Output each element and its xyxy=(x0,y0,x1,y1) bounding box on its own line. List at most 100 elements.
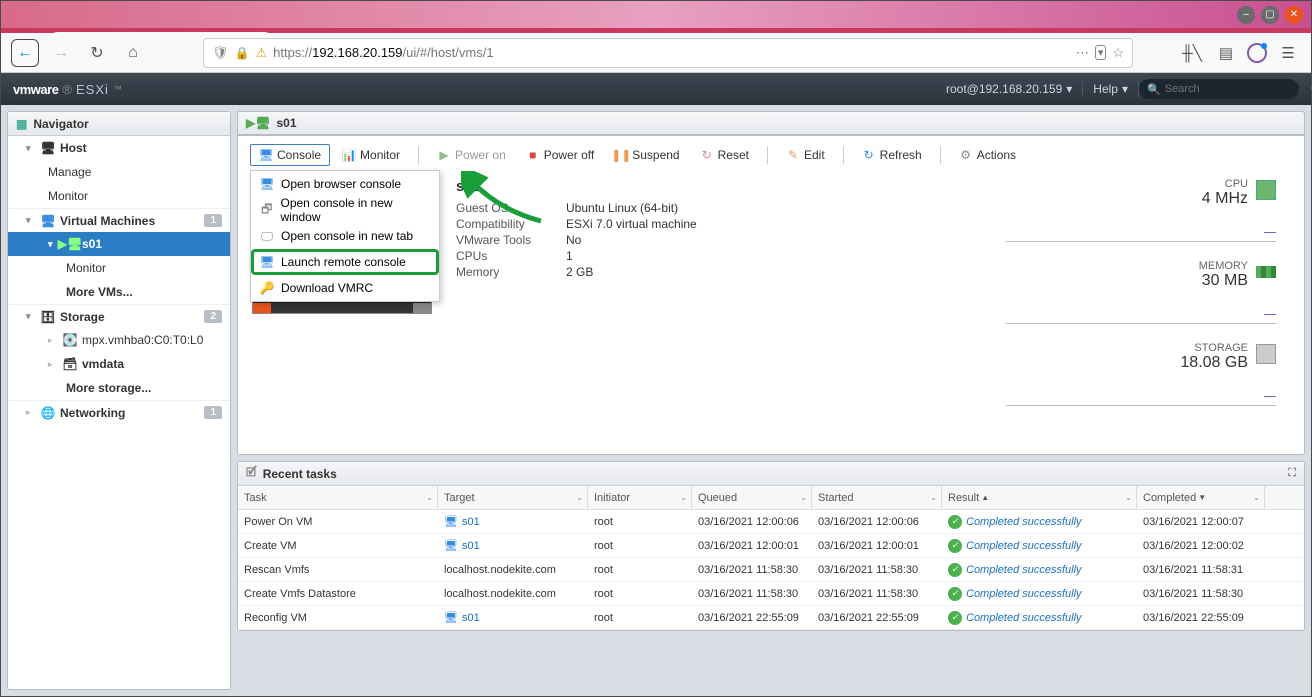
menu-launch-remote-console[interactable]: 🖥Launch remote console xyxy=(251,249,439,275)
sidebar-item-s01[interactable]: ▾▶🖥s01 xyxy=(8,232,230,256)
suspend-button[interactable]: ❚❚Suspend xyxy=(606,145,687,165)
sidebar-item-host[interactable]: ▾🖥Host xyxy=(8,136,230,160)
sidebar-item-monitor[interactable]: Monitor xyxy=(8,184,230,208)
action-label: Console xyxy=(277,148,321,162)
console-button[interactable]: 🖥Console xyxy=(250,144,330,166)
menu-label: Download VMRC xyxy=(281,281,373,295)
th-task[interactable]: Task⌄ xyxy=(238,486,438,509)
td-target[interactable]: 🖥s01 xyxy=(438,534,588,557)
window-minimize-button[interactable]: – xyxy=(1237,6,1255,24)
action-label: Suspend xyxy=(632,148,679,162)
sidebar-item-vmdata[interactable]: ▸🗃vmdata xyxy=(8,352,230,376)
expander-icon: ▾ xyxy=(26,311,36,322)
pencil-icon: ✎ xyxy=(786,148,800,162)
info-label: Guest OS xyxy=(456,201,566,215)
table-row[interactable]: Reconfig VM🖥s01root03/16/2021 22:55:0903… xyxy=(238,606,1304,630)
tree-label: Monitor xyxy=(48,189,88,203)
tree-label: More storage... xyxy=(66,381,151,395)
td-initiator: root xyxy=(588,558,692,581)
reset-button[interactable]: ↻Reset xyxy=(692,145,757,165)
td-started: 03/16/2021 12:00:06 xyxy=(812,510,942,533)
shield-icon: 🛡 xyxy=(212,45,229,61)
home-button[interactable]: ⌂ xyxy=(119,39,147,67)
sidebar-item-disk[interactable]: ▸💽mpx.vmhba0:C0:T0:L0 xyxy=(8,328,230,352)
tasks-icon: 🗹 xyxy=(246,463,257,484)
memory-icon xyxy=(1256,266,1276,278)
td-target[interactable]: 🖥s01 xyxy=(438,606,588,629)
power-off-button[interactable]: ■Power off xyxy=(518,145,602,165)
actions-button[interactable]: ⚙Actions xyxy=(951,145,1024,165)
window-titlebar: – ▢ ✕ xyxy=(1,1,1311,28)
sidebar-item-vm-monitor[interactable]: Monitor xyxy=(8,256,230,280)
th-started[interactable]: Started⌄ xyxy=(812,486,942,509)
cpu-sparkline xyxy=(1006,208,1276,242)
refresh-button[interactable]: ↻Refresh xyxy=(854,145,930,165)
count-badge: 1 xyxy=(204,214,222,227)
monitor-button[interactable]: 📊Monitor xyxy=(334,145,408,165)
table-row[interactable]: Create VM🖥s01root03/16/2021 12:00:0103/1… xyxy=(238,534,1304,558)
memory-sparkline xyxy=(1006,290,1276,324)
menu-icon[interactable]: ☰ xyxy=(1275,40,1301,66)
bookmark-icon[interactable]: ☆ xyxy=(1112,45,1124,61)
menu-open-browser-console[interactable]: 🖥Open browser console xyxy=(251,171,439,197)
th-queued[interactable]: Queued⌄ xyxy=(692,486,812,509)
menu-open-console-new-window[interactable]: 🗗Open console in new window xyxy=(251,197,439,223)
search-input[interactable] xyxy=(1165,83,1307,95)
td-completed: 03/16/2021 11:58:30 xyxy=(1137,582,1265,605)
th-completed[interactable]: Completed▼⌄ xyxy=(1137,486,1265,509)
reload-button[interactable]: ↻ xyxy=(83,39,111,67)
menu-label: Open browser console xyxy=(281,177,401,191)
expander-icon: ▸ xyxy=(48,335,58,346)
more-icon[interactable]: ⋯ xyxy=(1076,45,1089,61)
library-icon[interactable]: ╫╲ xyxy=(1179,40,1205,66)
sidebar-item-storage[interactable]: ▾🗄Storage2 xyxy=(8,304,230,328)
power-on-button[interactable]: ▶Power on xyxy=(429,145,514,165)
reader-icon[interactable]: ▾ xyxy=(1095,45,1107,60)
td-task: Reconfig VM xyxy=(238,606,438,629)
sidebar-item-networking[interactable]: ▸🌐Networking1 xyxy=(8,400,230,424)
forward-button[interactable]: → xyxy=(47,39,75,67)
stat-label: STORAGE xyxy=(1194,342,1248,354)
vm-icon: 🖥 xyxy=(444,515,458,529)
maximize-panel-icon[interactable]: ⛶ xyxy=(1288,467,1296,480)
td-completed: 03/16/2021 22:55:09 xyxy=(1137,606,1265,629)
sidebar-item-vms[interactable]: ▾🖥Virtual Machines1 xyxy=(8,208,230,232)
table-row[interactable]: Rescan Vmfslocalhost.nodekite.comroot03/… xyxy=(238,558,1304,582)
window-close-button[interactable]: ✕ xyxy=(1285,6,1303,24)
tree-label: Monitor xyxy=(66,261,106,275)
menu-download-vmrc[interactable]: 🔑Download VMRC xyxy=(251,275,439,301)
edit-button[interactable]: ✎Edit xyxy=(778,145,833,165)
chevron-down-icon: ⌄ xyxy=(1253,493,1260,502)
url-bar[interactable]: 🛡 🔒 ⚠ https://192.168.20.159/ui/#/host/v… xyxy=(203,38,1133,68)
sidebar-icon[interactable]: ▤ xyxy=(1213,40,1239,66)
vmware-logo: vmware® ESXi™ xyxy=(13,82,122,97)
td-result: ✓Completed successfully xyxy=(942,558,1137,581)
th-target[interactable]: Target⌄ xyxy=(438,486,588,509)
th-initiator[interactable]: Initiator⌄ xyxy=(588,486,692,509)
td-target: localhost.nodekite.com xyxy=(438,558,588,581)
help-menu[interactable]: Help ▾ xyxy=(1083,73,1138,105)
th-label: Result xyxy=(948,492,979,504)
info-label: Compatibility xyxy=(456,217,566,231)
header-search[interactable]: 🔍 ▾ xyxy=(1139,79,1299,99)
td-target[interactable]: 🖥s01 xyxy=(438,510,588,533)
table-row[interactable]: Create Vmfs Datastorelocalhost.nodekite.… xyxy=(238,582,1304,606)
tree-label: Host xyxy=(60,141,87,155)
account-icon[interactable] xyxy=(1247,43,1267,63)
permissions-icon: ⚠ xyxy=(255,45,267,61)
td-target: localhost.nodekite.com xyxy=(438,582,588,605)
navigator-title: Navigator xyxy=(33,117,88,131)
menu-open-console-new-tab[interactable]: 🖵Open console in new tab xyxy=(251,223,439,249)
check-icon: ✓ xyxy=(948,539,962,553)
sidebar-item-more-vms[interactable]: More VMs... xyxy=(8,280,230,304)
th-result[interactable]: Result▲⌄ xyxy=(942,486,1137,509)
back-button[interactable]: ← xyxy=(11,39,39,67)
user-menu[interactable]: root@192.168.20.159 ▾ xyxy=(936,73,1082,105)
table-row[interactable]: Power On VM🖥s01root03/16/2021 12:00:0603… xyxy=(238,510,1304,534)
sidebar-item-more-storage[interactable]: More storage... xyxy=(8,376,230,400)
chevron-down-icon: ⌄ xyxy=(800,493,807,502)
sidebar-item-manage[interactable]: Manage xyxy=(8,160,230,184)
window-maximize-button[interactable]: ▢ xyxy=(1261,6,1279,24)
td-task: Power On VM xyxy=(238,510,438,533)
help-label: Help xyxy=(1093,82,1118,96)
